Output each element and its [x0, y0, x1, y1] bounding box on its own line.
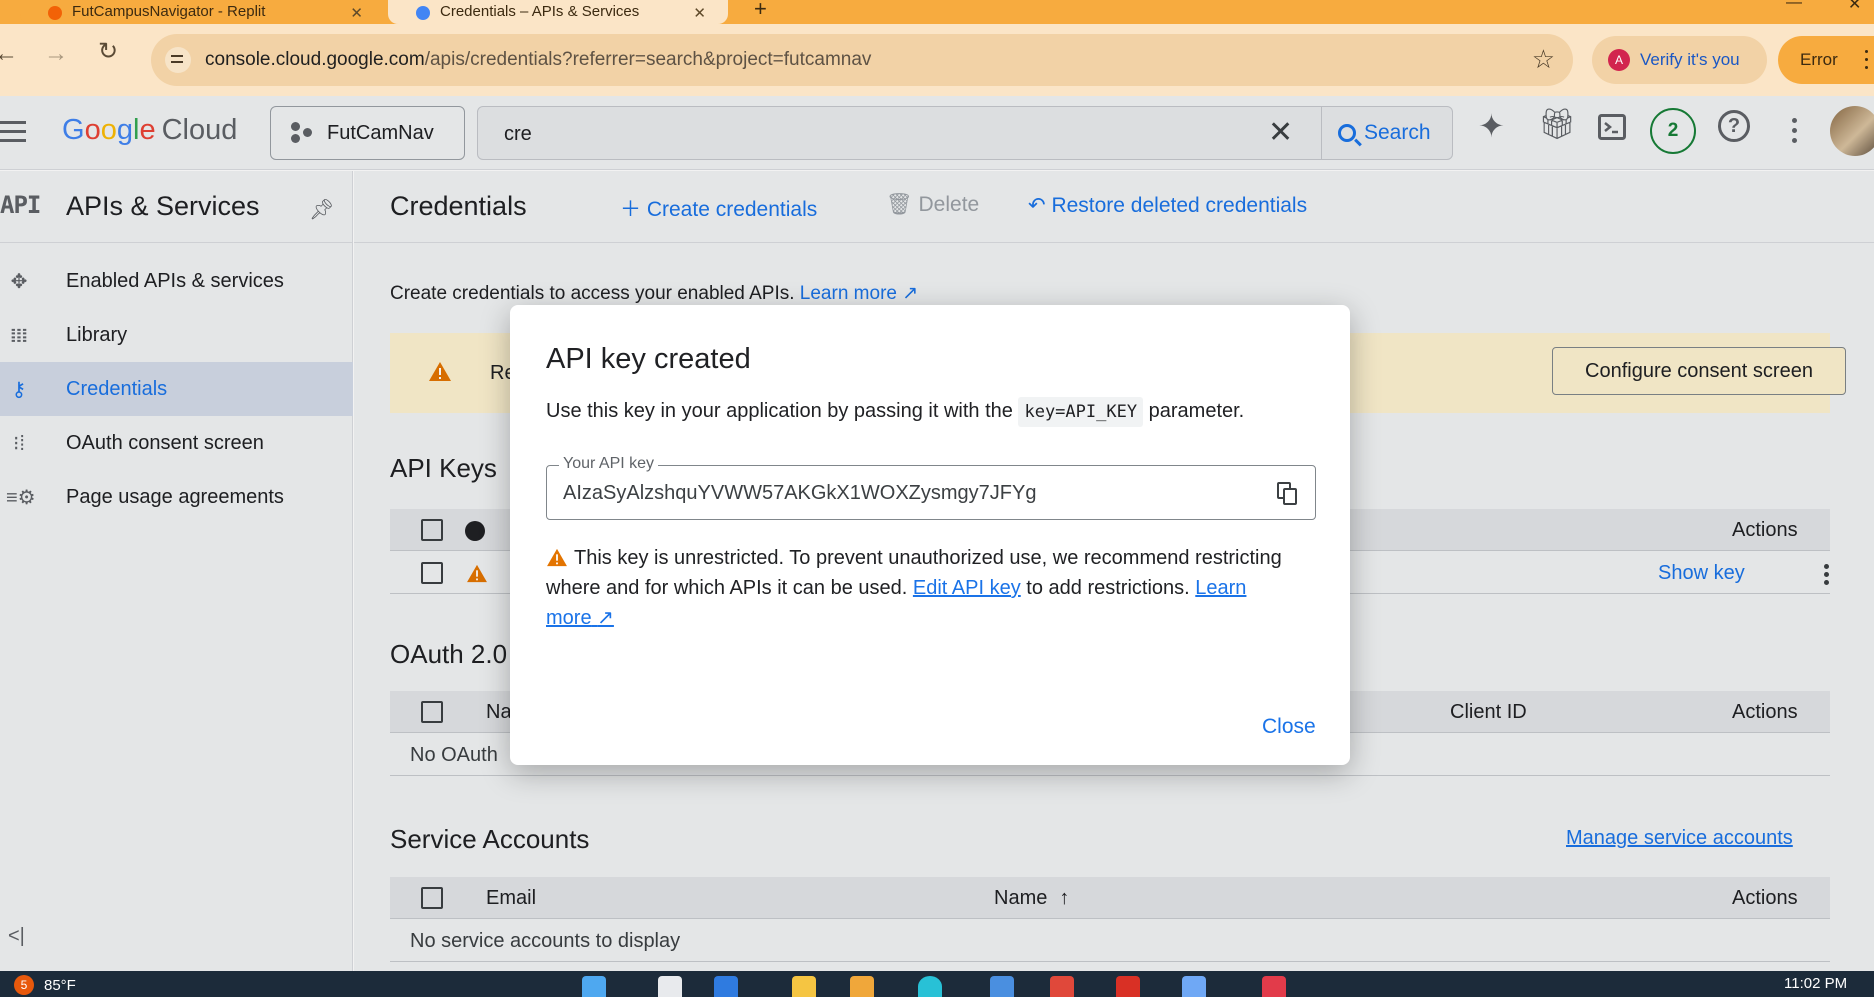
error-label: Error: [1800, 50, 1838, 69]
close-tab-icon[interactable]: ✕: [350, 4, 363, 22]
close-button[interactable]: Close: [1262, 715, 1316, 739]
app-icon[interactable]: [918, 976, 942, 997]
close-tab-icon[interactable]: ✕: [693, 4, 706, 22]
app-icon[interactable]: [990, 976, 1014, 997]
api-key-input[interactable]: [563, 480, 1253, 506]
api-key-field: Your API key: [546, 455, 1316, 520]
cloud-favicon-icon: [416, 6, 430, 20]
folder-app-icon[interactable]: [850, 976, 874, 997]
tab-title: Credentials – APIs & Services: [440, 3, 640, 20]
browser-tab-strip: FutCampusNavigator - Replit ✕ Credential…: [0, 0, 1874, 24]
verify-label: Verify it's you: [1640, 50, 1740, 69]
app-icon[interactable]: [1050, 976, 1074, 997]
address-bar[interactable]: console.cloud.google.com/apis/credential…: [151, 34, 1573, 86]
new-tab-icon[interactable]: +: [754, 0, 767, 22]
browser-error-button[interactable]: Error: [1778, 36, 1874, 84]
url-text[interactable]: console.cloud.google.com/apis/credential…: [205, 49, 871, 71]
forward-icon[interactable]: →: [44, 42, 68, 66]
copy-icon[interactable]: [1277, 482, 1299, 506]
clock: 11:02 PM: [1784, 975, 1848, 992]
start-icon[interactable]: [582, 976, 606, 997]
verify-profile-button[interactable]: A Verify it's you: [1592, 36, 1767, 84]
chrome-app-icon[interactable]: [1262, 976, 1286, 997]
api-key-param-code: key=API_KEY: [1018, 397, 1144, 427]
windows-taskbar: 5 85°F 11:02 PM: [0, 971, 1874, 997]
warning-icon: [547, 548, 567, 567]
browser-toolbar: ← → ↻ console.cloud.google.com/apis/cred…: [0, 24, 1874, 96]
dialog-description: Use this key in your application by pass…: [546, 397, 1244, 427]
close-window-icon[interactable]: ✕: [1848, 0, 1861, 14]
site-info-icon[interactable]: [165, 47, 191, 73]
profile-avatar-icon: A: [1608, 49, 1630, 71]
reload-icon[interactable]: ↻: [98, 40, 118, 64]
dialog-title: API key created: [546, 343, 751, 375]
edit-api-key-link[interactable]: Edit API key: [913, 577, 1021, 599]
api-key-label: Your API key: [559, 455, 659, 473]
minimize-icon[interactable]: —: [1786, 0, 1802, 12]
browser-tab-credentials[interactable]: Credentials – APIs & Services ✕: [388, 0, 728, 24]
api-key-created-dialog: API key created Use this key in your app…: [510, 305, 1350, 765]
external-link-icon: ↗: [597, 607, 614, 629]
files-app-icon[interactable]: [792, 976, 816, 997]
explorer-app-icon[interactable]: [658, 976, 682, 997]
temperature: 85°F: [44, 976, 76, 994]
app-icon[interactable]: [1182, 976, 1206, 997]
app-icon[interactable]: [1116, 976, 1140, 997]
bookmark-star-icon[interactable]: ☆: [1532, 44, 1555, 75]
weather-widget[interactable]: 5 85°F: [14, 975, 76, 995]
weather-badge: 5: [14, 975, 34, 995]
back-icon[interactable]: ←: [0, 42, 18, 66]
unrestricted-key-warning: This key is unrestricted. To prevent una…: [546, 547, 1282, 629]
browser-tab-replit[interactable]: FutCampusNavigator - Replit ✕: [20, 0, 385, 24]
tab-title: FutCampusNavigator - Replit: [72, 3, 266, 20]
edge-app-icon[interactable]: [714, 976, 738, 997]
replit-favicon-icon: [48, 6, 62, 20]
